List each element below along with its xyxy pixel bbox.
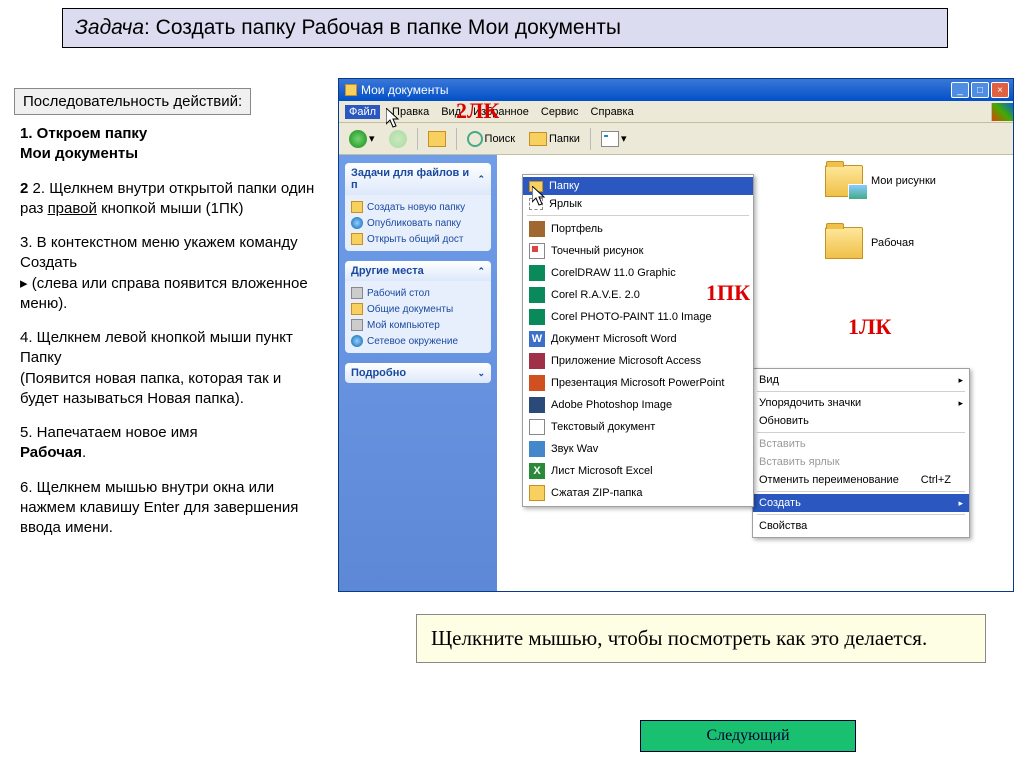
submenu-item[interactable]: WДокумент Microsoft Word [523,328,753,350]
place-computer[interactable]: Мой компьютер [351,317,485,333]
menubar: Файл Правка Вид Избранное Сервис Справка [339,101,1013,123]
sequence-label: Последовательность действий: [14,88,251,115]
file-type-icon [529,419,545,435]
context-menu-item[interactable]: Отменить переименованиеCtrl+Z [753,471,969,489]
context-menu-item: Вставить [753,435,969,453]
file-type-icon [529,375,545,391]
folders-button[interactable]: Папки [525,130,584,148]
task-prefix: Задача [75,16,144,40]
submenu-item[interactable]: XЛист Microsoft Excel [523,460,753,482]
context-menu-item[interactable]: Вид▸ [753,371,969,389]
place-desktop[interactable]: Рабочий стол [351,285,485,301]
step-1: 1. Откроем папку Мои документы [20,124,324,165]
file-type-icon [529,181,543,192]
file-type-icon [529,485,545,501]
task-share[interactable]: Открыть общий дост [351,231,485,247]
menu-help[interactable]: Справка [591,106,634,118]
side-panel: Задачи для файлов и п⌃ Создать новую пап… [339,155,497,591]
folder-my-pictures[interactable]: Мои рисунки [825,165,936,197]
context-menu-item[interactable]: Создать▸ [753,494,969,512]
xp-flag-icon [991,103,1013,121]
close-button[interactable]: × [991,82,1009,98]
annotation-1pk: 1ПК [706,280,750,306]
views-icon [601,131,619,147]
submenu-item[interactable]: Ярлык [523,195,753,213]
folder-icon [825,165,863,197]
menu-service[interactable]: Сервис [541,106,579,118]
menu-file[interactable]: Файл [345,105,380,119]
details-heading: Подробно [351,367,406,379]
step-3: 3. В контекстном меню укажем команду Соз… [20,233,324,314]
step-6: 6. Щелкнем мышью внутри окна или нажмем … [20,478,324,539]
places-box: Другие места⌃ Рабочий стол Общие докумен… [345,261,491,353]
file-type-icon [529,397,545,413]
menu-edit[interactable]: Правка [392,106,429,118]
submenu-item[interactable]: Звук Wav [523,438,753,460]
context-menu-item: Вставить ярлык [753,453,969,471]
task-banner: Задача : Создать папку Рабочая в папке М… [62,8,948,48]
file-type-icon [529,243,545,259]
file-type-icon: X [529,463,545,479]
search-button[interactable]: Поиск [463,129,519,149]
submenu-item[interactable]: Текстовый документ [523,416,753,438]
submenu-item[interactable]: Приложение Microsoft Access [523,350,753,372]
annotation-2lk: 2ЛК [456,98,499,124]
place-shared[interactable]: Общие документы [351,301,485,317]
submenu-item[interactable]: Портфель [523,218,753,240]
folder-icon [825,227,863,259]
file-type-icon: W [529,331,545,347]
create-submenu: ПапкуЯрлыкПортфельТочечный рисунокCorelD… [522,174,754,507]
window-title: Мои документы [361,83,448,97]
step-list: 1. Откроем папку Мои документы 2 2. Щелк… [20,124,324,552]
minimize-button[interactable]: _ [951,82,969,98]
submenu-item[interactable]: Сжатая ZIP-папка [523,482,753,504]
details-box: Подробно⌄ [345,363,491,383]
task-new-folder[interactable]: Создать новую папку [351,199,485,215]
file-type-icon [529,353,545,369]
submenu-item[interactable]: Corel PHOTO-PAINT 11.0 Image [523,306,753,328]
folder-rabochaya[interactable]: Рабочая [825,227,914,259]
instruction-box: Щелкните мышью, чтобы посмотреть как это… [416,614,986,663]
up-button[interactable] [424,129,450,149]
place-network[interactable]: Сетевое окружение [351,333,485,349]
tasks-box: Задачи для файлов и п⌃ Создать новую пап… [345,163,491,251]
file-type-icon [529,287,545,303]
nav-back-button[interactable]: ▾ [345,128,379,150]
context-menu-item[interactable]: Упорядочить значки▸ [753,394,969,412]
file-type-icon [529,221,545,237]
task-text: : Создать папку Рабочая в папке Мои доку… [144,16,621,40]
file-type-icon [529,265,545,281]
toolbar: ▾ Поиск Папки ▾ [339,123,1013,155]
tasks-heading: Задачи для файлов и п [351,167,477,191]
context-menu: Вид▸ Упорядочить значки▸Обновить ВставитьВ… [752,368,970,538]
task-publish[interactable]: Опубликовать папку [351,215,485,231]
maximize-button[interactable]: □ [971,82,989,98]
titlebar[interactable]: Мои документы _ □ × [339,79,1013,101]
nav-forward-button[interactable] [385,128,411,150]
submenu-item[interactable]: Adobe Photoshop Image [523,394,753,416]
submenu-item[interactable]: Папку [523,177,753,195]
context-menu-item[interactable]: Свойства [753,517,969,535]
step-2: 2 2. Щелкнем внутри открытой папки один … [20,179,324,220]
step-4: 4. Щелкнем левой кнопкой мыши пункт Папк… [20,328,324,409]
context-menu-item[interactable]: Обновить [753,412,969,430]
views-button[interactable]: ▾ [597,129,631,149]
file-type-icon [529,198,543,210]
search-icon [467,131,483,147]
folders-icon [529,132,547,146]
folder-icon [345,84,357,96]
submenu-item[interactable]: Точечный рисунок [523,240,753,262]
file-type-icon [529,441,545,457]
places-heading: Другие места [351,265,424,277]
submenu-item[interactable]: Презентация Microsoft PowerPoint [523,372,753,394]
step-5: 5. Напечатаем новое имя Рабочая. [20,423,324,464]
file-type-icon [529,309,545,325]
annotation-1lk: 1ЛК [848,314,891,340]
next-button[interactable]: Следующий [640,720,856,752]
